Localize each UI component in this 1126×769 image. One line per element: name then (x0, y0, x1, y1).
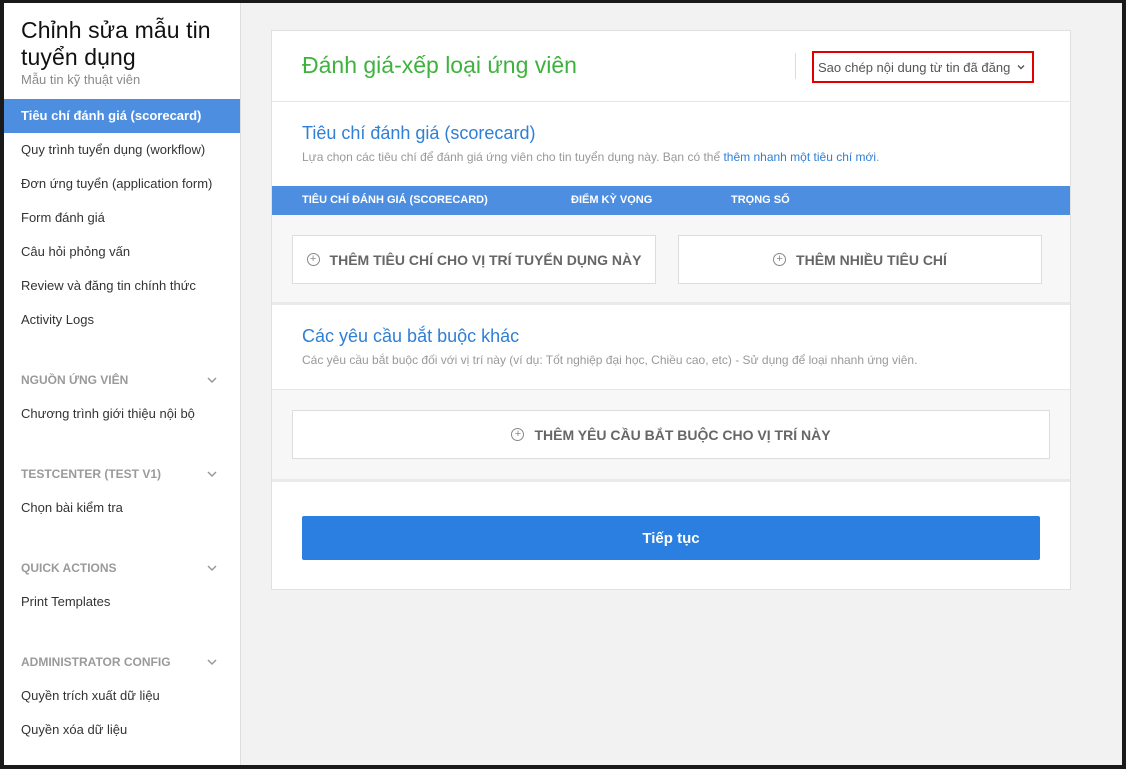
chevron-down-icon (207, 565, 217, 572)
sidebar-section-quick-actions[interactable]: QUICK ACTIONS (4, 551, 240, 585)
column-header-criterion: TIÊU CHÍ ĐÁNH GIÁ (SCORECARD) (302, 194, 488, 206)
app-window: Chỉnh sửa mẫu tin tuyển dụng Mẫu tin kỹ … (4, 3, 1122, 765)
chevron-down-icon (1017, 65, 1025, 70)
add-criterion-button[interactable]: + THÊM TIÊU CHÍ CHO VỊ TRÍ TUYỂN DỤNG NÀ… (292, 235, 656, 284)
add-requirement-label: THÊM YÊU CẦU BẮT BUỘC CHO VỊ TRÍ NÀY (534, 426, 831, 443)
chevron-down-icon (207, 659, 217, 666)
sidebar-item-workflow[interactable]: Quy trình tuyển dụng (workflow) (4, 133, 240, 167)
sidebar-item-delete-permission[interactable]: Quyền xóa dữ liệu (4, 713, 240, 747)
sidebar-nav: Tiêu chí đánh giá (scorecard) Quy trình … (4, 99, 240, 747)
sidebar-item-evaluation-form[interactable]: Form đánh giá (4, 201, 240, 235)
scorecard-title: Tiêu chí đánh giá (scorecard) (302, 123, 536, 143)
requirements-description: Các yêu cầu bắt buộc đối với vị trí này … (302, 353, 918, 367)
quick-add-criterion-link[interactable]: thêm nhanh một tiêu chí mới (723, 150, 876, 164)
page-title: Đánh giá-xếp loại ứng viên (302, 52, 577, 78)
copy-from-posted-select[interactable]: Sao chép nội dung từ tin đã đăng (812, 51, 1034, 83)
plus-circle-icon: + (511, 428, 525, 441)
main-content: Đánh giá-xếp loại ứng viên Sao chép nội … (241, 3, 1122, 765)
section-label: TESTCENTER (TEST V1) (21, 467, 162, 481)
sidebar-item-choose-test[interactable]: Chọn bài kiểm tra (4, 491, 240, 525)
add-requirement-button[interactable]: + THÊM YÊU CẦU BẮT BUỘC CHO VỊ TRÍ NÀY (292, 410, 1050, 459)
requirements-section: Các yêu cầu bắt buộc khác Các yêu cầu bắ… (272, 305, 1070, 390)
scorecard-section: Tiêu chí đánh giá (scorecard) Lựa chọn c… (272, 102, 1070, 164)
add-multiple-criteria-button[interactable]: + THÊM NHIỀU TIÊU CHÍ (678, 235, 1042, 284)
sidebar-item-scorecard[interactable]: Tiêu chí đánh giá (scorecard) (4, 99, 240, 133)
column-header-weight: TRỌNG SỐ (731, 194, 790, 206)
scorecard-desc-text: Lựa chọn các tiêu chí để đánh giá ứng vi… (302, 150, 724, 164)
copy-select-value: Sao chép nội dung từ tin đã đăng (818, 59, 1011, 75)
requirements-title: Các yêu cầu bắt buộc khác (302, 326, 520, 346)
sidebar-section-testcenter[interactable]: TESTCENTER (TEST V1) (4, 457, 240, 491)
sidebar: Chỉnh sửa mẫu tin tuyển dụng Mẫu tin kỹ … (4, 3, 241, 765)
section-label: QUICK ACTIONS (21, 561, 117, 575)
section-label: NGUỒN ỨNG VIÊN (21, 373, 129, 387)
sidebar-title: Chỉnh sửa mẫu tin tuyển dụng (21, 17, 211, 70)
add-multiple-criteria-label: THÊM NHIỀU TIÊU CHÍ (796, 251, 947, 268)
scorecard-table-header: TIÊU CHÍ ĐÁNH GIÁ (SCORECARD) ĐIỂM KỲ VỌ… (272, 186, 1070, 215)
sidebar-item-activity-logs[interactable]: Activity Logs (4, 303, 240, 337)
sidebar-subtitle: Mẫu tin kỹ thuật viên (21, 72, 141, 87)
scorecard-desc-end: . (876, 150, 880, 164)
chevron-down-icon (207, 377, 217, 384)
plus-circle-icon: + (773, 253, 787, 266)
continue-button[interactable]: Tiếp tục (302, 516, 1040, 560)
requirements-actions: + THÊM YÊU CẦU BẮT BUỘC CHO VỊ TRÍ NÀY (272, 390, 1070, 482)
sidebar-item-interview-questions[interactable]: Câu hỏi phỏng vấn (4, 235, 240, 269)
plus-circle-icon: + (306, 253, 320, 266)
scorecard-actions: + THÊM TIÊU CHÍ CHO VỊ TRÍ TUYỂN DỤNG NÀ… (272, 215, 1070, 305)
sidebar-item-review-publish[interactable]: Review và đăng tin chính thức (4, 269, 240, 303)
sidebar-item-referral-program[interactable]: Chương trình giới thiệu nội bộ (4, 397, 240, 431)
sidebar-item-print-templates[interactable]: Print Templates (4, 585, 240, 619)
scorecard-description: Lựa chọn các tiêu chí để đánh giá ứng vi… (302, 150, 1040, 164)
sidebar-section-admin-config[interactable]: ADMINISTRATOR CONFIG (4, 645, 240, 679)
sidebar-section-candidate-sources[interactable]: NGUỒN ỨNG VIÊN (4, 363, 240, 397)
sidebar-item-export-permission[interactable]: Quyền trích xuất dữ liệu (4, 679, 240, 713)
chevron-down-icon (207, 471, 217, 478)
header-divider (795, 53, 796, 79)
column-header-expected-score: ĐIỂM KỲ VỌNG (571, 194, 653, 206)
card-header: Đánh giá-xếp loại ứng viên Sao chép nội … (272, 31, 1070, 102)
sidebar-item-application-form[interactable]: Đơn ứng tuyển (application form) (4, 167, 240, 201)
scorecard-card: Đánh giá-xếp loại ứng viên Sao chép nội … (271, 30, 1071, 590)
add-criterion-label: THÊM TIÊU CHÍ CHO VỊ TRÍ TUYỂN DỤNG NÀY (329, 251, 642, 268)
section-label: ADMINISTRATOR CONFIG (21, 655, 171, 669)
